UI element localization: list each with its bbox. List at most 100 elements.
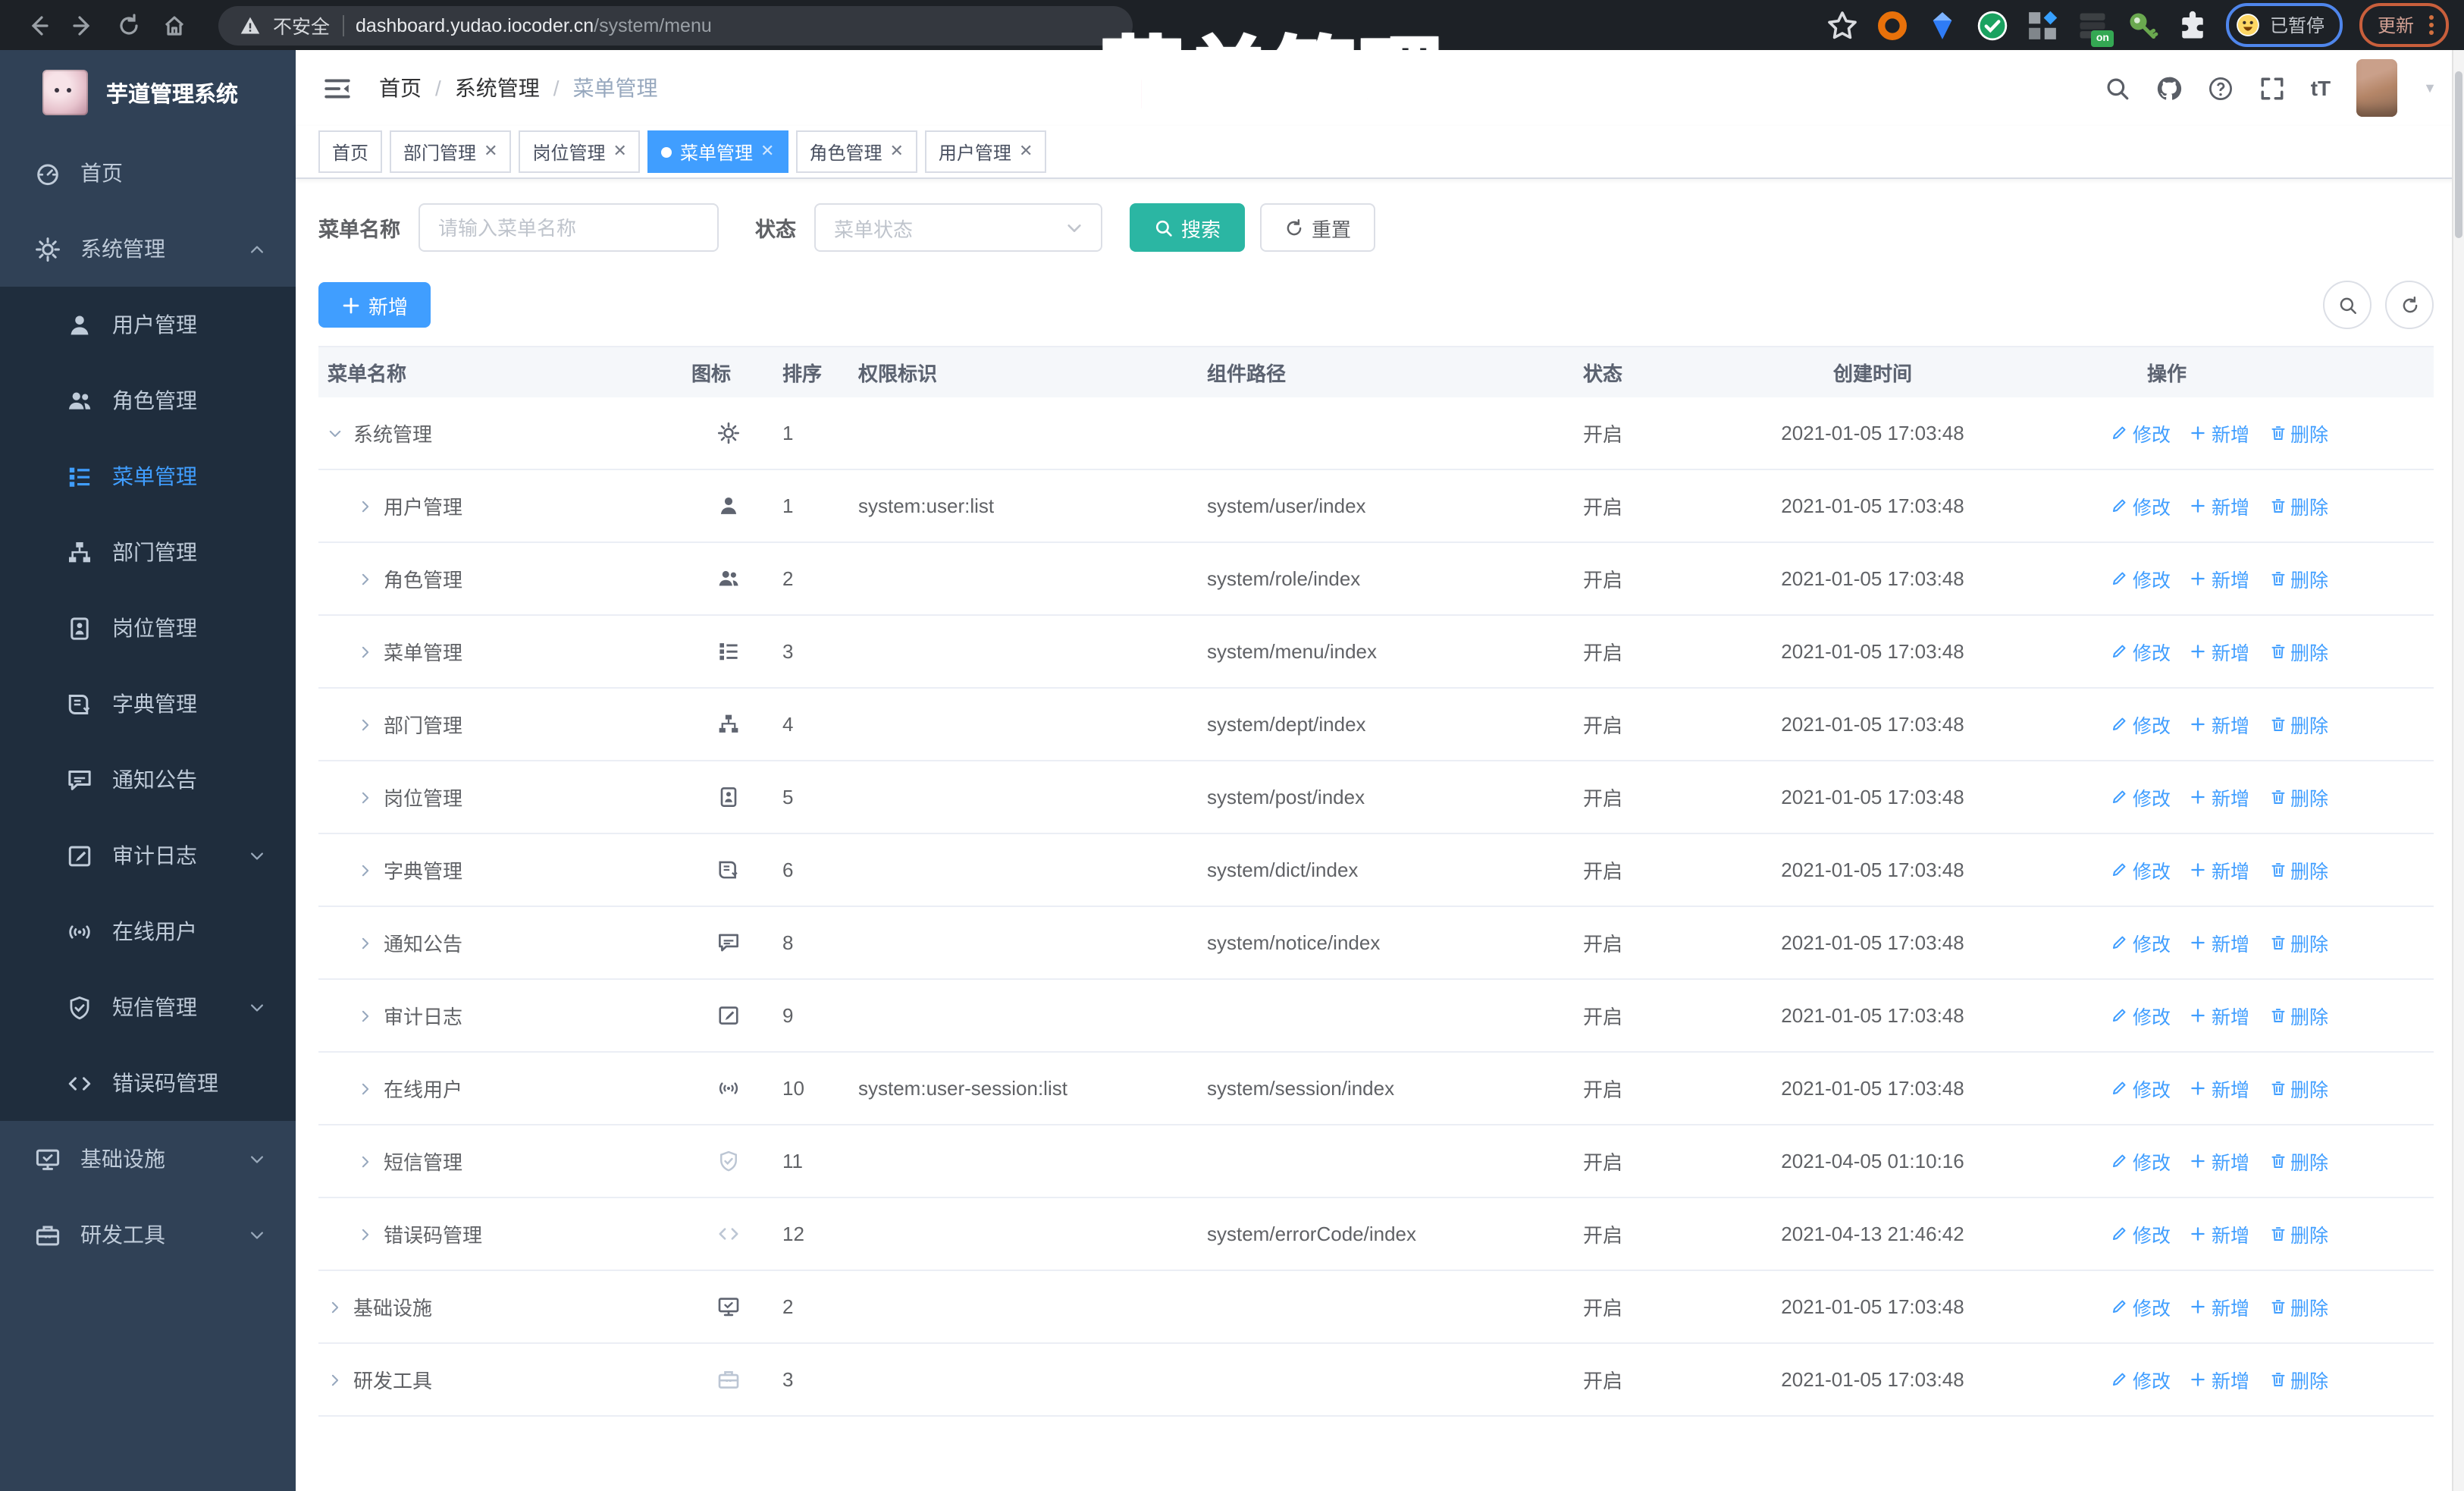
row-delete-link[interactable]: 删除 xyxy=(2269,1074,2328,1103)
row-add-link[interactable]: 新增 xyxy=(2190,1074,2249,1103)
row-edit-link[interactable]: 修改 xyxy=(2111,855,2171,884)
security-warning-icon[interactable] xyxy=(240,14,261,36)
url-text[interactable]: dashboard.yudao.iocoder.cn/system/menu xyxy=(356,14,712,36)
close-icon[interactable]: ✕ xyxy=(760,143,774,160)
row-add-link[interactable]: 新增 xyxy=(2190,419,2249,447)
row-delete-link[interactable]: 删除 xyxy=(2269,1001,2328,1030)
row-add-link[interactable]: 新增 xyxy=(2190,1292,2249,1321)
chev-right-icon[interactable] xyxy=(328,1299,343,1314)
row-edit-link[interactable]: 修改 xyxy=(2111,783,2171,811)
extension-proxy-on-icon[interactable]: on xyxy=(2076,8,2114,46)
tab-菜单管理[interactable]: 菜单管理 ✕ xyxy=(647,130,788,173)
header-search-icon[interactable] xyxy=(2105,75,2130,101)
row-add-link[interactable]: 新增 xyxy=(2190,928,2249,957)
extension-orange-ring-icon[interactable] xyxy=(1876,8,1909,42)
chev-right-icon[interactable] xyxy=(358,1226,373,1241)
close-icon[interactable]: ✕ xyxy=(613,143,627,160)
chev-down-icon[interactable] xyxy=(328,425,343,441)
row-add-link[interactable]: 新增 xyxy=(2190,1147,2249,1176)
profile-paused-chip[interactable]: 已暂停 xyxy=(2225,3,2343,47)
scrollbar[interactable] xyxy=(2452,50,2464,1491)
sidebar-item-users[interactable]: 角色管理 xyxy=(0,363,296,438)
chev-right-icon[interactable] xyxy=(358,935,373,950)
chev-right-icon[interactable] xyxy=(358,789,373,805)
extension-grid-icon[interactable] xyxy=(2026,8,2059,42)
chev-right-icon[interactable] xyxy=(358,1008,373,1023)
extensions-puzzle-icon[interactable] xyxy=(2176,8,2209,42)
sidebar-item-code[interactable]: 错误码管理 xyxy=(0,1045,296,1121)
table-search-toggle-button[interactable] xyxy=(2323,281,2372,329)
browser-update-button[interactable]: 更新 xyxy=(2359,3,2449,47)
row-add-link[interactable]: 新增 xyxy=(2190,637,2249,666)
menu-name-input[interactable] xyxy=(419,203,719,252)
chev-right-icon[interactable] xyxy=(358,571,373,586)
row-edit-link[interactable]: 修改 xyxy=(2111,1292,2171,1321)
tab-部门管理[interactable]: 部门管理 ✕ xyxy=(390,130,512,173)
breadcrumb-system[interactable]: 系统管理 xyxy=(455,73,540,103)
font-size-icon[interactable]: tT xyxy=(2311,76,2331,100)
sidebar-item-monitor[interactable]: 基础设施 xyxy=(0,1121,296,1197)
close-icon[interactable]: ✕ xyxy=(1019,143,1033,160)
row-delete-link[interactable]: 删除 xyxy=(2269,419,2328,447)
avatar-caret-icon[interactable]: ▼ xyxy=(2423,80,2437,96)
row-add-link[interactable]: 新增 xyxy=(2190,1001,2249,1030)
bookmark-star-icon[interactable] xyxy=(1826,8,1859,42)
extension-green-check-icon[interactable] xyxy=(1976,8,2009,42)
sidebar-item-org[interactable]: 部门管理 xyxy=(0,514,296,590)
chev-right-icon[interactable] xyxy=(358,1154,373,1169)
row-edit-link[interactable]: 修改 xyxy=(2111,710,2171,739)
tab-角色管理[interactable]: 角色管理 ✕ xyxy=(795,130,917,173)
row-delete-link[interactable]: 删除 xyxy=(2269,928,2328,957)
row-delete-link[interactable]: 删除 xyxy=(2269,710,2328,739)
sidebar-item-toolbox[interactable]: 研发工具 xyxy=(0,1197,296,1273)
row-edit-link[interactable]: 修改 xyxy=(2111,1147,2171,1176)
sidebar-item-book[interactable]: 字典管理 xyxy=(0,666,296,742)
github-icon[interactable] xyxy=(2156,75,2182,101)
address-bar[interactable]: 不安全 dashboard.yudao.iocoder.cn/system/me… xyxy=(218,5,1133,45)
tab-首页[interactable]: 首页 xyxy=(318,130,383,173)
row-edit-link[interactable]: 修改 xyxy=(2111,491,2171,520)
row-edit-link[interactable]: 修改 xyxy=(2111,564,2171,593)
extension-blue-gem-icon[interactable] xyxy=(1926,8,1959,42)
row-edit-link[interactable]: 修改 xyxy=(2111,1219,2171,1248)
row-add-link[interactable]: 新增 xyxy=(2190,564,2249,593)
sidebar-item-gear[interactable]: 系统管理 xyxy=(0,211,296,287)
reload-icon[interactable] xyxy=(106,2,152,48)
sidebar-logo-row[interactable]: 芋道管理系统 xyxy=(0,50,296,135)
help-icon[interactable] xyxy=(2208,75,2234,101)
close-icon[interactable]: ✕ xyxy=(889,143,903,160)
row-edit-link[interactable]: 修改 xyxy=(2111,637,2171,666)
row-edit-link[interactable]: 修改 xyxy=(2111,1074,2171,1103)
tab-用户管理[interactable]: 用户管理 ✕ xyxy=(924,130,1047,173)
row-edit-link[interactable]: 修改 xyxy=(2111,1001,2171,1030)
chev-right-icon[interactable] xyxy=(328,1372,343,1387)
row-delete-link[interactable]: 删除 xyxy=(2269,637,2328,666)
breadcrumb-home[interactable]: 首页 xyxy=(379,73,422,103)
sidebar-item-message[interactable]: 通知公告 xyxy=(0,742,296,818)
row-add-link[interactable]: 新增 xyxy=(2190,1365,2249,1394)
row-delete-link[interactable]: 删除 xyxy=(2269,1147,2328,1176)
add-button[interactable]: 新增 xyxy=(318,282,431,328)
home-icon[interactable] xyxy=(152,2,197,48)
fullscreen-icon[interactable] xyxy=(2259,75,2285,101)
row-add-link[interactable]: 新增 xyxy=(2190,710,2249,739)
chev-right-icon[interactable] xyxy=(358,498,373,513)
reset-button[interactable]: 重置 xyxy=(1260,203,1376,252)
extension-key-icon[interactable] xyxy=(2126,8,2159,42)
chev-right-icon[interactable] xyxy=(358,717,373,732)
chev-right-icon[interactable] xyxy=(358,862,373,877)
back-icon[interactable] xyxy=(15,2,61,48)
sidebar-item-user[interactable]: 用户管理 xyxy=(0,287,296,363)
sidebar-item-menu-tree[interactable]: 菜单管理 xyxy=(0,438,296,514)
sidebar-item-dashboard[interactable]: 首页 xyxy=(0,135,296,211)
row-delete-link[interactable]: 删除 xyxy=(2269,491,2328,520)
row-delete-link[interactable]: 删除 xyxy=(2269,1365,2328,1394)
row-delete-link[interactable]: 删除 xyxy=(2269,564,2328,593)
row-edit-link[interactable]: 修改 xyxy=(2111,419,2171,447)
sidebar-item-online[interactable]: 在线用户 xyxy=(0,893,296,969)
row-delete-link[interactable]: 删除 xyxy=(2269,855,2328,884)
sidebar-item-log[interactable]: 审计日志 xyxy=(0,818,296,893)
row-add-link[interactable]: 新增 xyxy=(2190,491,2249,520)
status-select[interactable]: 菜单状态 xyxy=(814,203,1102,252)
user-avatar[interactable] xyxy=(2356,59,2398,117)
